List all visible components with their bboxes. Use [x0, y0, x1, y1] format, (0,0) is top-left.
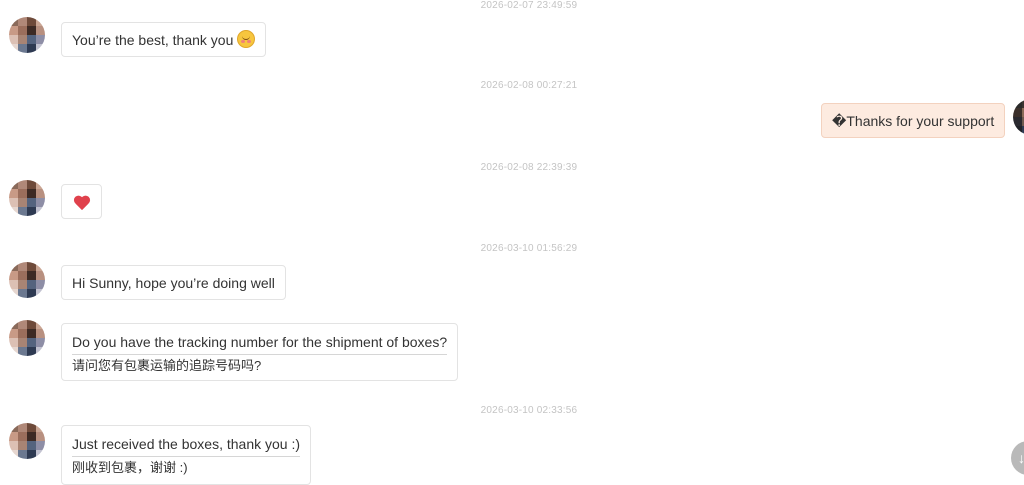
- message-bubble-outgoing[interactable]: �Thanks for your support: [821, 103, 1006, 138]
- message-bubble[interactable]: Hi Sunny, hope you’re doing well: [61, 265, 286, 300]
- timestamp: 2026-02-07 23:49:59: [480, 0, 578, 11]
- scroll-to-bottom-button[interactable]: ↓: [1011, 441, 1024, 475]
- message-text: Do you have the tracking number for the …: [72, 334, 448, 350]
- contact-avatar[interactable]: [9, 423, 45, 459]
- heart-emoji: [73, 196, 91, 213]
- message-text: Just received the boxes, thank you :): [72, 436, 301, 452]
- message-text: �Thanks for your support: [832, 113, 995, 129]
- smiling-face-with-blush-emoji: [237, 30, 256, 48]
- message-translation: 请问您有包裹运输的追踪号码吗?: [72, 354, 448, 376]
- timestamp: 2026-03-10 02:33:56: [480, 405, 578, 416]
- arrow-down-icon: ↓: [1018, 450, 1024, 466]
- message-bubble[interactable]: Do you have the tracking number for the …: [61, 323, 459, 381]
- user-avatar[interactable]: [1013, 99, 1024, 135]
- message-text: Hi Sunny, hope you’re doing well: [72, 275, 275, 291]
- timestamp: 2026-03-10 01:56:29: [480, 243, 578, 254]
- contact-avatar[interactable]: [9, 17, 45, 53]
- timestamp: 2026-02-08 22:39:39: [480, 162, 578, 173]
- message-bubble[interactable]: [61, 184, 102, 219]
- timestamp: 2026-02-08 00:27:21: [480, 80, 578, 91]
- contact-avatar[interactable]: [9, 180, 45, 216]
- contact-avatar[interactable]: [9, 262, 45, 298]
- message-bubble[interactable]: Just received the boxes, thank you :) 刚收…: [61, 425, 312, 485]
- message-bubble[interactable]: You’re the best, thank you: [61, 22, 267, 57]
- message-text: You’re the best, thank you: [72, 32, 234, 48]
- message-translation: 刚收到包裹，谢谢 :): [72, 456, 301, 478]
- contact-avatar[interactable]: [9, 320, 45, 356]
